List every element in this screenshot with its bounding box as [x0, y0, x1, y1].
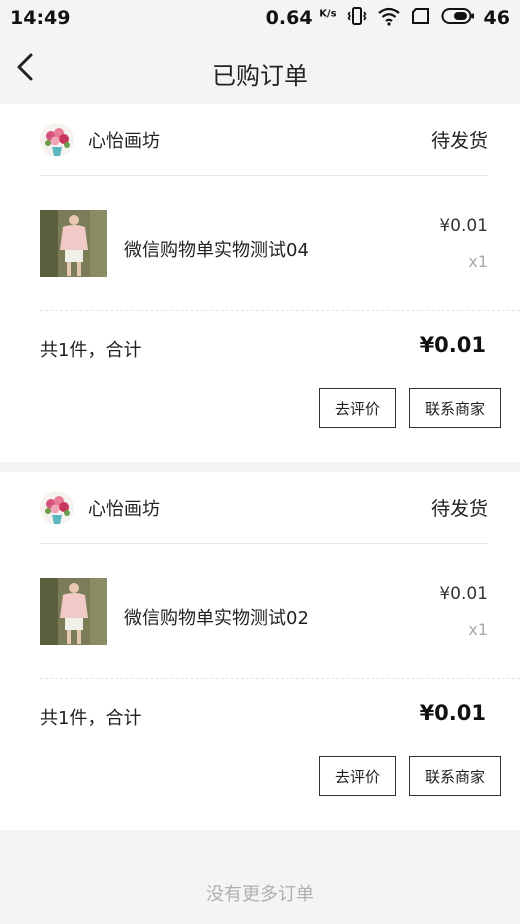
status-time: 14:49	[10, 7, 71, 29]
signal-level: 46	[483, 7, 510, 29]
shop-avatar	[40, 490, 74, 525]
item-thumbnail	[40, 210, 107, 277]
divider	[40, 310, 520, 311]
wifi-icon	[377, 6, 401, 31]
network-speed-value: 0.64	[265, 7, 313, 29]
vibrate-icon	[346, 5, 368, 32]
sim-card-icon	[410, 6, 432, 31]
order-status: 待发货	[430, 498, 488, 520]
review-button[interactable]: 去评价	[319, 388, 396, 428]
order-status: 待发货	[430, 130, 488, 152]
network-speed-unit: K/s	[319, 8, 337, 20]
total-label: 共1件，合计	[40, 340, 142, 361]
total-label: 共1件，合计	[40, 708, 142, 729]
shop-avatar	[40, 122, 74, 157]
nav-bar: 已购订单	[0, 36, 520, 104]
contact-seller-button[interactable]: 联系商家	[409, 388, 501, 428]
item-name: 微信购物单实物测试04	[124, 240, 309, 261]
item-price: ¥0.01	[439, 584, 488, 604]
item-quantity: x1	[468, 252, 488, 271]
status-bar: 14:49 0.64 K/s 46	[0, 0, 520, 36]
item-price: ¥0.01	[439, 216, 488, 236]
order-card: 心怡画坊 待发货 微信购物单实物测试02 ¥0.01 x1 共1件，合计 ¥0.…	[0, 472, 520, 830]
order-item[interactable]: 微信购物单实物测试04 ¥0.01 x1	[40, 178, 488, 312]
battery-icon	[441, 6, 475, 31]
review-button[interactable]: 去评价	[319, 756, 396, 796]
divider	[40, 678, 520, 679]
item-name: 微信购物单实物测试02	[124, 608, 309, 629]
item-thumbnail	[40, 578, 107, 645]
item-quantity: x1	[468, 620, 488, 639]
shop-name: 心怡画坊	[88, 498, 160, 520]
status-indicators: 0.64 K/s 46	[266, 5, 510, 32]
total-amount: ¥0.01	[419, 701, 486, 725]
order-card: 心怡画坊 待发货 微信购物单实物测试04 ¥0.01 x1 共1件，合计 ¥0.…	[0, 104, 520, 462]
no-more-orders-text: 没有更多订单	[206, 884, 314, 905]
contact-seller-button[interactable]: 联系商家	[409, 756, 501, 796]
order-item[interactable]: 微信购物单实物测试02 ¥0.01 x1	[40, 546, 488, 680]
page-title: 已购订单	[212, 62, 308, 90]
network-speed: 0.64 K/s	[266, 7, 337, 29]
shop-header[interactable]: 心怡画坊 待发货	[40, 472, 488, 544]
shop-name: 心怡画坊	[88, 130, 160, 152]
shop-header[interactable]: 心怡画坊 待发货	[40, 104, 488, 176]
total-amount: ¥0.01	[419, 333, 486, 357]
